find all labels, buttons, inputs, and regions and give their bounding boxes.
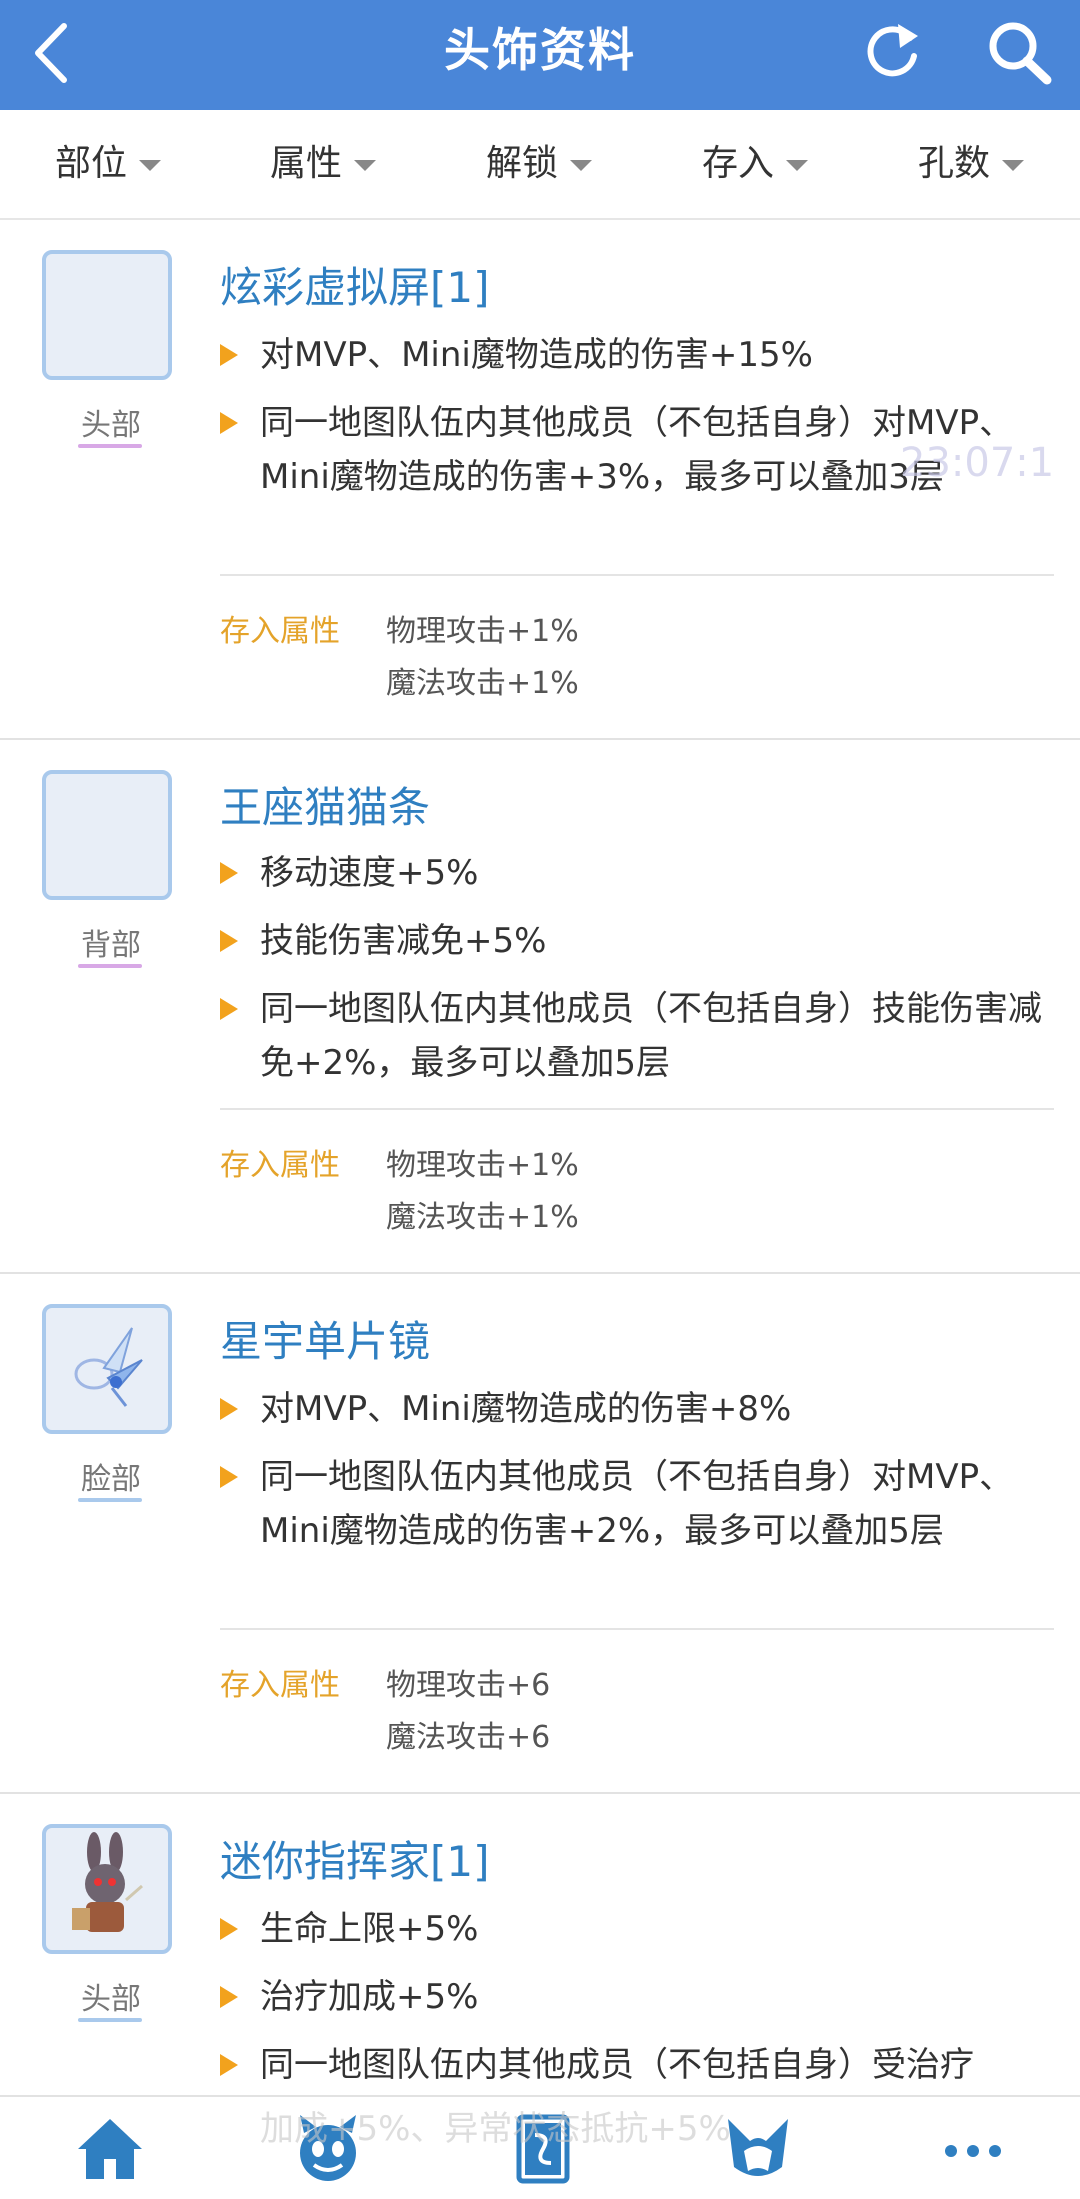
top-bar: 头饰资料 — [0, 0, 1080, 110]
cat-ears-icon[interactable] — [720, 2111, 796, 2187]
filter-bar: 部位 属性 解锁 存入 孔数 — [0, 110, 1080, 220]
deposit-value: 物理攻击+6 — [386, 1668, 551, 1703]
item-card[interactable]: 脸部 星宇单片镜 对MVP、Mini魔物造成的伤害+8% 同一地图队伍内其他成员… — [0, 1274, 1080, 1794]
more-icon[interactable] — [935, 2111, 1011, 2187]
deposit-value: 魔法攻击+1% — [386, 666, 579, 701]
deposit-label: 存入属性 — [220, 1148, 340, 1183]
filter-deposit[interactable]: 存入 — [702, 110, 809, 218]
filter-slot[interactable]: 部位 — [55, 110, 162, 218]
item-thumbnail — [42, 1824, 172, 1954]
effect-line: 对MVP、Mini魔物造成的伤害+15% — [220, 328, 1050, 382]
slot-underline — [78, 2018, 142, 2022]
deposit-value: 物理攻击+1% — [386, 614, 579, 649]
bullet-arrow-icon — [220, 862, 238, 884]
slot-underline — [78, 1498, 142, 1502]
item-slot-label: 头部 — [81, 408, 141, 443]
bullet-arrow-icon — [220, 412, 238, 434]
slot-underline — [78, 964, 142, 968]
monocle-icon — [74, 1327, 143, 1407]
effect-line: 同一地图队伍内其他成员（不包括自身）技能伤害减免+2%，最多可以叠加5层 — [220, 982, 1050, 1090]
bullet-arrow-icon — [220, 1986, 238, 2008]
deposit-value: 魔法攻击+1% — [386, 1200, 579, 1235]
filter-unlock[interactable]: 解锁 — [486, 110, 593, 218]
bullet-arrow-icon — [220, 1466, 238, 1488]
item-thumbnail — [42, 250, 172, 380]
item-slot-label: 背部 — [81, 928, 141, 963]
bullet-arrow-icon — [220, 1918, 238, 1940]
effect-line: 同一地图队伍内其他成员（不包括自身）受治疗 — [220, 2038, 1050, 2092]
item-card[interactable]: 背部 王座猫猫条 移动速度+5% 技能伤害减免+5% 同一地图队伍内其他成员（不… — [0, 740, 1080, 1274]
item-thumbnail — [42, 1304, 172, 1434]
divider — [220, 574, 1054, 576]
conductor-bunny-icon — [72, 1832, 143, 1932]
divider — [220, 1108, 1054, 1110]
caret-down-icon — [786, 159, 809, 171]
effect-line: 治疗加成+5% — [220, 1970, 1050, 2024]
search-icon[interactable] — [985, 16, 1055, 88]
item-name: 星宇单片镜 — [220, 1317, 431, 1366]
deposit-label: 存入属性 — [220, 614, 340, 649]
effect-line: 对MVP、Mini魔物造成的伤害+8% — [220, 1382, 1050, 1436]
bullet-arrow-icon — [220, 344, 238, 366]
timestamp-watermark: 23:07:1 — [900, 440, 1055, 486]
effect-line: 生命上限+5% — [220, 1902, 1050, 1956]
bullet-arrow-icon — [220, 998, 238, 1020]
caret-down-icon — [570, 159, 593, 171]
refresh-icon[interactable] — [860, 16, 924, 88]
item-card[interactable]: 头部 迷你指挥家[1] 生命上限+5% 治疗加成+5% 同一地图队伍内其他成员（… — [0, 1794, 1080, 2094]
caret-down-icon — [1002, 159, 1025, 171]
partial-effect-text: 加成+5%、异常状态抵抗+5% — [260, 2109, 731, 2149]
bullet-arrow-icon — [220, 930, 238, 952]
deposit-value: 魔法攻击+6 — [386, 1720, 551, 1755]
deposit-label: 存入属性 — [220, 1668, 340, 1703]
bottom-nav: 加成+5%、异常状态抵抗+5% — [0, 2095, 1080, 2199]
item-name: 王座猫猫条 — [220, 783, 431, 832]
item-name: 炫彩虚拟屏[1] — [220, 263, 490, 312]
bullet-arrow-icon — [220, 1398, 238, 1420]
home-icon[interactable] — [72, 2111, 148, 2187]
effect-line: 移动速度+5% — [220, 846, 1050, 900]
filter-attribute[interactable]: 属性 — [270, 110, 377, 218]
deposit-value: 物理攻击+1% — [386, 1148, 579, 1183]
bullet-arrow-icon — [220, 2054, 238, 2076]
caret-down-icon — [354, 159, 377, 171]
item-name: 迷你指挥家[1] — [220, 1837, 490, 1886]
item-slot-label: 脸部 — [81, 1462, 141, 1497]
item-slot-label: 头部 — [81, 1982, 141, 2017]
filter-slots-count[interactable]: 孔数 — [918, 110, 1025, 218]
effect-line: 同一地图队伍内其他成员（不包括自身）对MVP、Mini魔物造成的伤害+2%，最多… — [220, 1450, 1050, 1558]
divider — [220, 1628, 1054, 1630]
effect-line: 技能伤害减免+5% — [220, 914, 1050, 968]
item-thumbnail — [42, 770, 172, 900]
slot-underline — [78, 444, 142, 448]
caret-down-icon — [139, 159, 162, 171]
